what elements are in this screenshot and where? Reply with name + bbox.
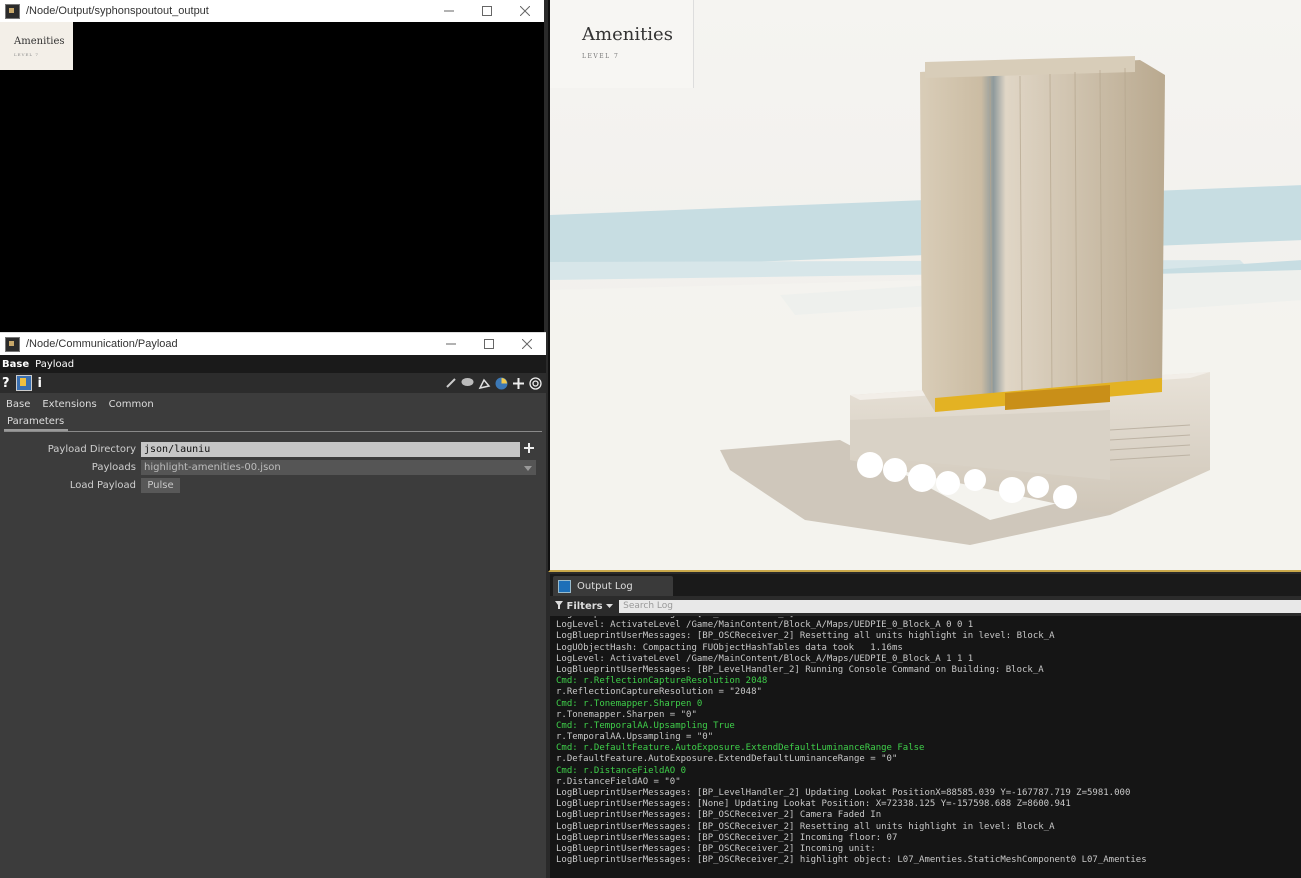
chevron-down-icon [524,464,532,475]
close-icon[interactable] [508,333,546,355]
minimize-icon[interactable] [430,0,468,22]
app-icon [5,3,20,19]
tab-payload[interactable]: Payload [35,359,74,370]
log-line: Cmd: r.Tonemapper.Sharpen 0 [556,698,703,709]
log-line: LogBlueprintUserMessages: [BP_OSCReceive… [556,855,1147,866]
log-line: LogBlueprintUserMessages: [BP_OSCReceive… [556,832,898,843]
param-page-tabs: Base Extensions Common [0,393,546,415]
param-subtabs: Parameters [4,415,542,432]
search-log-input[interactable]: Search Log [619,599,1301,613]
log-line: Cmd: r.ReflectionCaptureResolution 2048 [556,676,768,687]
output-log-tab[interactable]: Output Log [553,576,673,596]
filters-label: Filters [566,600,603,612]
output-log-tab-label: Output Log [577,580,633,592]
log-line: LogLevel: ActivateLevel /Game/MainConten… [556,620,974,631]
log-line: LogBlueprintUserMessages: [BP_OSCReceive… [556,821,1055,832]
target-icon[interactable] [529,376,542,390]
log-line: r.DefaultFeature.AutoExposure.ExtendDefa… [556,754,898,765]
log-icon [558,579,571,593]
param-toolbar: ? i [0,373,546,393]
log-filter-bar: Filters Search Log [550,596,1301,616]
payloads-dropdown-value: highlight-amenities-00.json [144,461,281,473]
log-line: r.TemporalAA.Upsampling = "0" [556,732,714,743]
payload-window-titlebar[interactable]: /Node/Communication/Payload [0,332,546,355]
log-line: r.DistanceFieldAO = "0" [556,776,681,787]
param-label: Payload Directory [47,443,136,455]
log-line: LogUObjectHash: Compacting FUObjectHashT… [556,642,903,653]
output-preview: Amenities LEVEL 7 [0,22,544,332]
param-payload-directory: Payload Directory json/launiu [0,441,535,457]
close-icon[interactable] [506,0,544,22]
maximize-icon[interactable] [468,0,506,22]
log-line: LogBlueprintUserMessages: [None] Updatin… [556,799,1071,810]
log-line: r.ReflectionCaptureResolution = "2048" [556,687,762,698]
python-icon[interactable] [495,377,508,390]
preview-card-title: Amenities [14,36,65,47]
preview-card-subtitle: LEVEL 7 [14,52,39,57]
param-label: Payloads [91,461,136,473]
comment-icon[interactable] [461,377,474,390]
log-line: Cmd: r.DistanceFieldAO 0 [556,765,687,776]
op-type-tabs: Base Payload [0,355,546,373]
log-line: Cmd: r.DefaultFeature.AutoExposure.Exten… [556,743,925,754]
log-line: LogBlueprintUserMessages: [BP_LevelHandl… [556,788,1131,798]
output-window: /Node/Output/syphonspoutout_output Ameni… [0,0,544,332]
filters-button[interactable]: Filters [555,600,614,612]
log-line: r.Tonemapper.Sharpen = "0" [556,709,697,720]
log-line: LogBlueprintUserMessages: [BP_OSCReceive… [556,810,882,821]
log-line: LogBlueprintUserMessages: [BP_LevelHandl… [556,664,1044,675]
network-icon[interactable] [478,377,491,390]
add-path-icon[interactable] [523,442,535,457]
render-viewport[interactable]: Amenities LEVEL 7 [548,0,1301,572]
output-log-tabbar: Output Log [550,574,1301,596]
pulse-button[interactable]: Pulse [141,477,180,493]
minimize-icon[interactable] [432,333,470,355]
log-lines[interactable]: LogBlueprintUserMessages: [BP_OSCReceive… [550,616,1301,878]
output-window-title: /Node/Output/syphonspoutout_output [26,5,209,17]
chevron-down-icon [606,601,614,612]
page-tab-common[interactable]: Common [109,399,154,410]
log-line: Cmd: r.TemporalAA.Upsampling True [556,720,735,731]
page-tab-base[interactable]: Base [6,399,30,410]
tab-base[interactable]: Base [2,359,29,370]
python-help-icon[interactable] [15,375,32,391]
app-icon [5,336,20,352]
log-line: LogBlueprintUserMessages: [BP_OSCReceive… [556,843,876,854]
preview-info-card: Amenities LEVEL 7 [0,22,73,70]
payload-directory-input[interactable]: json/launiu [141,441,520,457]
param-load-payload: Load Payload Pulse [0,477,180,493]
payload-window-title: /Node/Communication/Payload [26,338,178,350]
level-info-card: Amenities LEVEL 7 [550,0,694,88]
output-log-panel: Output Log Filters Search Log LogBluepri… [550,574,1301,878]
log-line: LogLevel: ActivateLevel /Game/MainConten… [556,653,974,664]
param-label: Load Payload [69,479,136,491]
page-tab-extensions[interactable]: Extensions [42,399,96,410]
filter-icon [555,600,566,612]
log-line: LogBlueprintUserMessages: [BP_OSCReceive… [556,631,1055,642]
tower [920,60,1165,412]
info-icon[interactable]: i [38,376,42,391]
output-window-titlebar[interactable]: /Node/Output/syphonspoutout_output [0,0,544,22]
level-card-title: Amenities [582,24,673,45]
level-card-subtitle: LEVEL 7 [582,53,620,60]
payloads-dropdown[interactable]: highlight-amenities-00.json [141,459,536,475]
maximize-icon[interactable] [470,333,508,355]
help-icon[interactable]: ? [2,376,10,391]
payload-window: /Node/Communication/Payload Base Payload… [0,332,546,878]
subtab-parameters[interactable]: Parameters [4,416,69,431]
param-payloads: Payloads highlight-amenities-00.json [0,459,536,475]
add-icon[interactable] [512,377,525,390]
pencil-icon[interactable] [444,377,457,390]
